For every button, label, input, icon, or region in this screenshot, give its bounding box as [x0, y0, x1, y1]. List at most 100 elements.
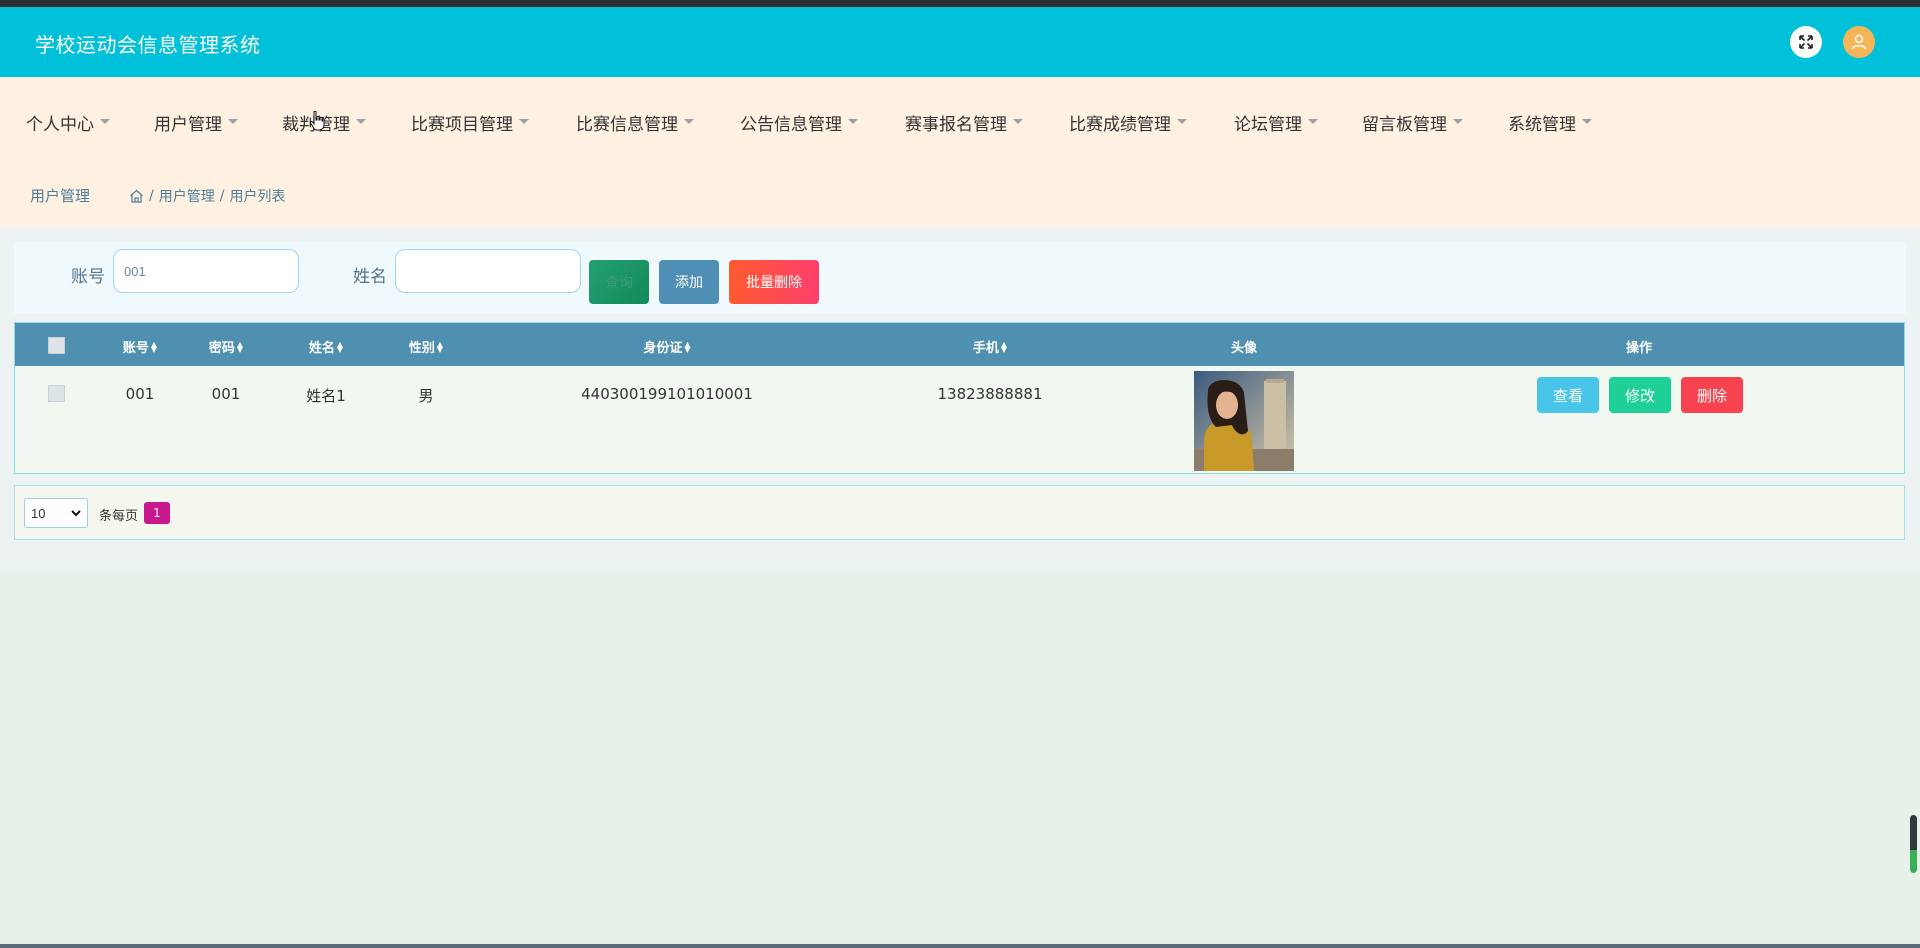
page-title: 用户管理: [30, 187, 91, 205]
cell-gender: 男: [418, 387, 434, 405]
cell-password: 001: [211, 385, 241, 403]
nav-label: 比赛项目管理: [411, 115, 513, 135]
column-header-gender[interactable]: 性别 ▲ ▼: [409, 337, 443, 356]
column-label: 密码: [208, 341, 235, 356]
select-all-checkbox[interactable]: [48, 337, 65, 354]
column-header-phone[interactable]: 手机 ▲ ▼: [973, 337, 1007, 356]
nav-item-competition-info[interactable]: 比赛信息管理: [576, 110, 694, 135]
chevron-down-icon: [684, 119, 694, 124]
nav-item-personal-center[interactable]: 个人中心: [26, 110, 110, 135]
window-top-strip: [0, 0, 1920, 7]
nav-label: 赛事报名管理: [905, 115, 1007, 135]
chevron-down-icon: [1453, 119, 1463, 124]
chevron-down-icon: [1013, 119, 1023, 124]
sort-icon: ▲ ▼: [436, 339, 444, 354]
view-button[interactable]: 查看: [1537, 377, 1599, 413]
sort-icon: ▲ ▼: [684, 339, 691, 354]
nav-item-results[interactable]: 比赛成绩管理: [1069, 110, 1187, 135]
chevron-down-icon: [1582, 119, 1592, 124]
nav-item-system[interactable]: 系统管理: [1508, 110, 1592, 135]
breadcrumb-separator: /: [219, 188, 225, 204]
column-label: 性别: [408, 341, 435, 356]
nav-item-user-management[interactable]: 用户管理: [154, 110, 238, 135]
account-label: 账号: [71, 267, 105, 287]
home-icon[interactable]: [129, 189, 144, 203]
edit-button[interactable]: 修改: [1609, 377, 1671, 413]
cell-phone: 13823888881: [937, 385, 1043, 403]
bulk-delete-button[interactable]: 批量删除: [729, 260, 819, 304]
page-button-current[interactable]: 1: [144, 502, 170, 524]
sort-icon: ▲ ▼: [1000, 339, 1008, 354]
page-size-value: 10: [31, 505, 46, 521]
column-label: 手机: [972, 341, 999, 356]
column-header-password[interactable]: 密码 ▲ ▼: [209, 337, 243, 356]
column-label: 姓名: [308, 341, 335, 356]
chevron-down-icon: [848, 119, 858, 124]
nav-label: 用户管理: [154, 115, 222, 135]
fullscreen-button[interactable]: [1790, 26, 1822, 58]
nav-label: 比赛成绩管理: [1069, 115, 1171, 135]
row-checkbox[interactable]: [48, 385, 65, 402]
chevron-down-icon: [519, 119, 529, 124]
breadcrumb: / 用户管理 / 用户列表: [129, 186, 285, 206]
chevron-down-icon: [356, 119, 366, 124]
nav-label: 比赛信息管理: [576, 115, 678, 135]
main-nav: 个人中心 用户管理 裁判管理 比赛项目管理 比赛信息管理 公告信息管理 赛事报名…: [0, 77, 1920, 163]
nav-label: 论坛管理: [1234, 115, 1302, 135]
column-label: 身份证: [643, 341, 683, 356]
cell-id-card: 440300199101010001: [581, 385, 753, 403]
nav-label: 系统管理: [1508, 115, 1576, 135]
nav-label: 公告信息管理: [740, 115, 842, 135]
scrollbar-thumb[interactable]: [1910, 815, 1917, 873]
column-header-actions: 操作: [1626, 337, 1652, 356]
cell-account: 001: [125, 385, 155, 403]
nav-label: 留言板管理: [1362, 115, 1447, 135]
sort-icon: ▲ ▼: [236, 339, 244, 354]
column-header-name[interactable]: 姓名 ▲ ▼: [309, 337, 343, 356]
user-avatar-button[interactable]: [1843, 26, 1875, 58]
table-header: 账号 ▲ ▼ 密码 ▲ ▼ 姓名 ▲ ▼ 性别 ▲ ▼ 身份证 ▲ ▼ 手机 ▲ ▼ 头像 操作: [15, 323, 1904, 366]
name-input[interactable]: [395, 249, 581, 293]
column-label: 操作: [1625, 341, 1653, 356]
user-icon: [1851, 34, 1867, 50]
account-input[interactable]: 001: [113, 249, 299, 293]
column-header-id-card[interactable]: 身份证 ▲ ▼: [643, 337, 690, 356]
avatar-photo-icon: [1194, 371, 1294, 471]
chevron-down-icon: [100, 119, 110, 124]
chevron-down-icon: [1308, 119, 1318, 124]
name-label: 姓名: [353, 267, 387, 287]
breadcrumb-bar: 用户管理 / 用户管理 / 用户列表: [0, 163, 1920, 227]
nav-item-forum[interactable]: 论坛管理: [1234, 110, 1318, 135]
search-button[interactable]: 查询: [589, 260, 649, 304]
avatar-image: [1194, 371, 1294, 471]
nav-item-registration[interactable]: 赛事报名管理: [905, 110, 1023, 135]
app-header: 学校运动会信息管理系统: [0, 7, 1920, 77]
pagination-bar: 10 条每页 1: [14, 485, 1905, 540]
cell-name: 姓名1: [306, 387, 346, 405]
page-size-select[interactable]: 10: [24, 498, 88, 528]
column-header-account[interactable]: 账号 ▲ ▼: [123, 337, 157, 356]
nav-item-message-board[interactable]: 留言板管理: [1362, 110, 1463, 135]
column-header-avatar: 头像: [1231, 337, 1257, 356]
nav-item-announcements[interactable]: 公告信息管理: [740, 110, 858, 135]
data-table: 账号 ▲ ▼ 密码 ▲ ▼ 姓名 ▲ ▼ 性别 ▲ ▼ 身份证 ▲ ▼ 手机 ▲ ▼ 头像 操作 001…: [14, 322, 1905, 474]
delete-button[interactable]: 删除: [1681, 377, 1743, 413]
nav-label: 个人中心: [26, 115, 94, 135]
chevron-down-icon: [1177, 119, 1187, 124]
breadcrumb-item-user-list: 用户列表: [229, 189, 286, 205]
per-page-label: 条每页: [99, 509, 139, 524]
column-label: 账号: [122, 341, 149, 356]
chevron-down-icon: [228, 119, 238, 124]
chevron-down-icon: [71, 510, 81, 517]
fullscreen-icon: [1799, 35, 1813, 49]
mouse-cursor-icon: [309, 111, 325, 131]
column-label: 头像: [1230, 341, 1258, 356]
taskbar-strip: [0, 944, 1920, 948]
app-title: 学校运动会信息管理系统: [35, 33, 261, 57]
add-button[interactable]: 添加: [659, 260, 719, 304]
nav-item-event-items[interactable]: 比赛项目管理: [411, 110, 529, 135]
breadcrumb-item-user-management[interactable]: 用户管理: [159, 186, 215, 206]
sort-icon: ▲ ▼: [150, 339, 158, 354]
sort-icon: ▲ ▼: [336, 339, 344, 354]
breadcrumb-separator: /: [149, 188, 154, 204]
